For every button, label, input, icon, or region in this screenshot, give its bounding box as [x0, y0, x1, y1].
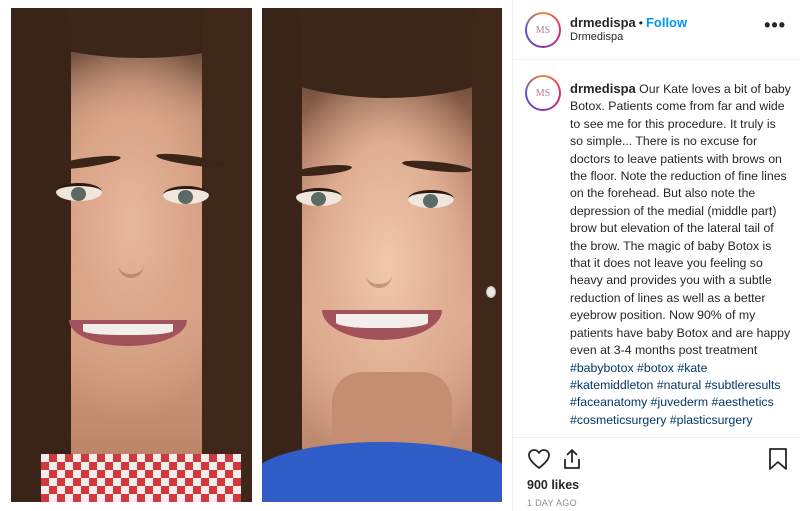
- post-header: MS drmedispa • Follow Drmedispa •••: [513, 0, 800, 60]
- avatar[interactable]: MS: [525, 12, 561, 48]
- post-actions: 900 likes 1 DAY AGO: [513, 437, 800, 511]
- caption-text: Our Kate loves a bit of baby Botox. Pati…: [570, 82, 791, 358]
- comments-section[interactable]: MS drmedispa Our Kate loves a bit of bab…: [513, 61, 800, 431]
- separator-dot: •: [638, 16, 643, 30]
- after-photo: [262, 8, 502, 502]
- caption-avatar[interactable]: MS: [525, 75, 561, 111]
- hashtag-link[interactable]: #cosmeticsurgery: [570, 413, 666, 427]
- hashtag-link[interactable]: #drsomji: [570, 430, 616, 431]
- post-sidebar: MS drmedispa • Follow Drmedispa ••• MS drm…: [512, 0, 800, 511]
- hashtag-link[interactable]: #katemiddleton: [570, 378, 653, 392]
- hashtag-link[interactable]: #kate: [677, 361, 707, 375]
- share-icon[interactable]: [560, 447, 584, 471]
- hashtag-link[interactable]: #drmedispa: [620, 430, 684, 431]
- header-subtitle[interactable]: Drmedispa: [570, 31, 623, 43]
- hashtag-link[interactable]: #celebritydoctor: [688, 430, 775, 431]
- hashtag-link[interactable]: #subtleresults: [705, 378, 781, 392]
- hashtag-link[interactable]: #botox: [637, 361, 674, 375]
- follow-button[interactable]: Follow: [646, 15, 687, 30]
- caption-avatar-logo: MS: [527, 77, 559, 109]
- hashtag-link[interactable]: #faceanatomy: [570, 395, 647, 409]
- post-media[interactable]: [0, 0, 512, 511]
- more-options-icon[interactable]: •••: [764, 16, 786, 34]
- hashtag-link[interactable]: #babybotox: [570, 361, 634, 375]
- likes-count[interactable]: 900 likes: [527, 478, 579, 492]
- before-photo: [11, 8, 252, 502]
- hashtag-list: #babybotox #botox #kate #katemiddleton #…: [570, 361, 781, 432]
- hashtag-link[interactable]: #juvederm: [651, 395, 708, 409]
- bookmark-icon[interactable]: [768, 447, 788, 471]
- hashtag-link[interactable]: #plasticsurgery: [670, 413, 753, 427]
- username-link[interactable]: drmedispa: [570, 15, 636, 30]
- header-user-line: drmedispa • Follow: [570, 15, 687, 30]
- post-timestamp[interactable]: 1 DAY AGO: [527, 498, 577, 508]
- heart-icon[interactable]: [527, 447, 551, 471]
- caption-username[interactable]: drmedispa: [570, 81, 636, 96]
- hashtag-link[interactable]: #natural: [657, 378, 701, 392]
- avatar-logo: MS: [527, 14, 559, 46]
- caption: drmedispa Our Kate loves a bit of baby B…: [570, 80, 792, 431]
- hashtag-link[interactable]: #aesthetics: [712, 395, 774, 409]
